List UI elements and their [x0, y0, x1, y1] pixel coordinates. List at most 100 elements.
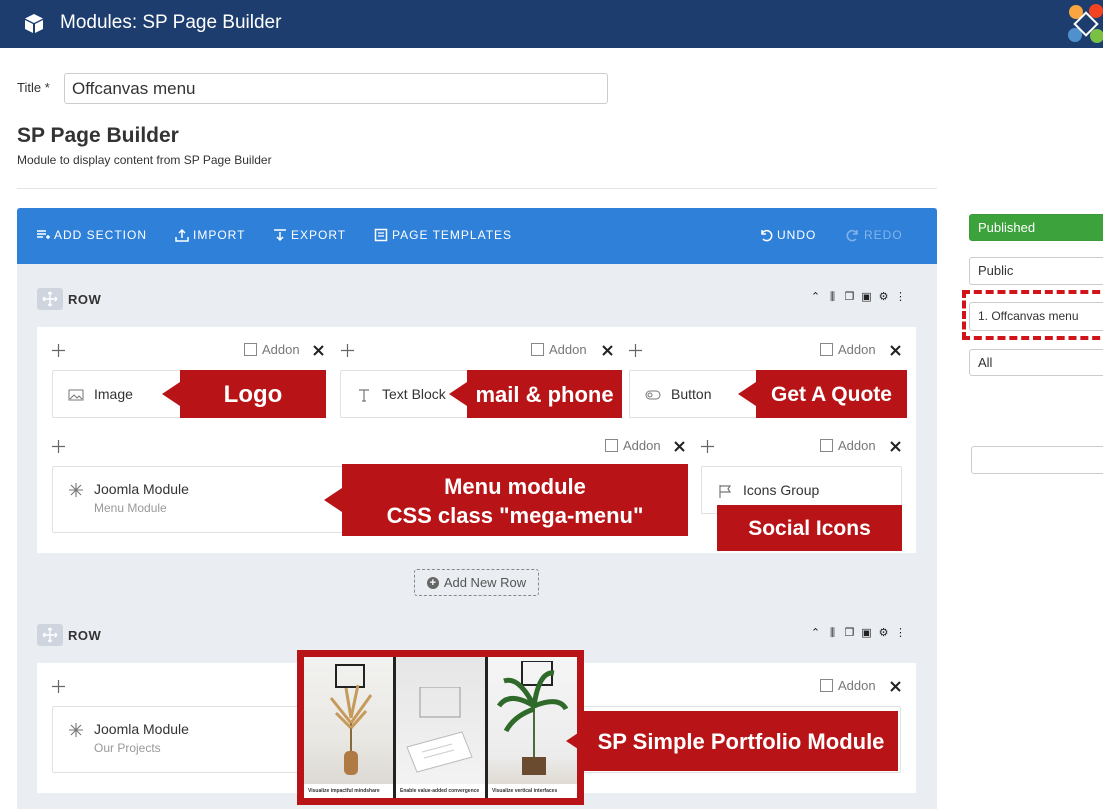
- column-move-icon[interactable]: [52, 440, 65, 453]
- export-button[interactable]: EXPORT: [273, 228, 346, 242]
- page-templates-button[interactable]: PAGE TEMPLATES: [374, 228, 512, 242]
- language-select[interactable]: All: [969, 349, 1103, 376]
- toggle-icon: [645, 390, 661, 400]
- callout-social-icons: Social Icons: [717, 505, 902, 551]
- redo-label: REDO: [864, 228, 903, 242]
- column-move-icon[interactable]: [341, 344, 354, 357]
- addon-name: Joomla Module: [94, 721, 189, 737]
- undo-icon: [761, 229, 773, 242]
- redo-button[interactable]: REDO: [846, 228, 903, 242]
- title-input[interactable]: [64, 73, 608, 104]
- add-addon-label: Addon: [838, 678, 876, 693]
- add-addon-button[interactable]: Addon: [820, 438, 876, 453]
- wrench-icon[interactable]: [889, 680, 902, 693]
- duplicate-icon[interactable]: ❐: [844, 292, 855, 303]
- page-title: Modules: SP Page Builder: [60, 12, 282, 33]
- columns-icon[interactable]: ⫼: [827, 292, 838, 303]
- add-addon-button[interactable]: Addon: [820, 678, 876, 693]
- import-button[interactable]: IMPORT: [175, 228, 245, 242]
- undo-label: UNDO: [777, 228, 817, 242]
- portfolio-caption: Visualize vertical interfaces: [488, 784, 577, 798]
- add-icon: [820, 439, 833, 452]
- add-new-row-button[interactable]: + Add New Row: [414, 569, 539, 596]
- add-section-icon: [37, 230, 50, 239]
- callout-mail-phone: mail & phone: [449, 370, 622, 418]
- title-label: Title *: [17, 80, 50, 95]
- row-tools: ⌃ ⫼ ❐ ▣ ⚙ ⋮: [810, 292, 906, 303]
- divider: [17, 188, 937, 189]
- addon-name: Image: [94, 386, 133, 402]
- add-addon-button[interactable]: Addon: [531, 342, 587, 357]
- add-addon-label: Addon: [549, 342, 587, 357]
- cube-icon: [25, 14, 43, 33]
- wrench-icon[interactable]: [673, 440, 686, 453]
- move-icon: [42, 291, 58, 307]
- image-icon: [68, 389, 84, 401]
- add-addon-button[interactable]: Addon: [244, 342, 300, 357]
- wrench-icon[interactable]: [889, 344, 902, 357]
- add-addon-button[interactable]: Addon: [820, 342, 876, 357]
- status-select[interactable]: Published: [969, 214, 1103, 241]
- export-label: EXPORT: [291, 228, 347, 242]
- wrench-icon[interactable]: [312, 344, 325, 357]
- page-templates-label: PAGE TEMPLATES: [392, 228, 513, 242]
- column-move-icon[interactable]: [52, 680, 65, 693]
- module-heading: SP Page Builder: [17, 124, 179, 147]
- add-addon-label: Addon: [838, 438, 876, 453]
- flag-icon: [719, 485, 732, 498]
- add-icon: [244, 343, 257, 356]
- callout-get-a-quote: Get A Quote: [738, 370, 907, 418]
- portfolio-caption: Visualize impactful mindshare: [304, 784, 393, 798]
- joomla-icon: [69, 723, 83, 737]
- plus-circle-icon: +: [426, 576, 439, 589]
- callout-menu-line2: CSS class "mega-menu": [386, 503, 644, 528]
- highlight-box: [962, 290, 1103, 340]
- access-select[interactable]: Public: [969, 257, 1103, 285]
- add-addon-label: Addon: [623, 438, 661, 453]
- download-icon: [274, 229, 286, 242]
- collapse-icon[interactable]: ⌃: [810, 292, 821, 303]
- save-icon[interactable]: ▣: [861, 292, 872, 303]
- column-move-icon[interactable]: [52, 344, 65, 357]
- add-icon: [605, 439, 618, 452]
- save-icon[interactable]: ▣: [861, 628, 872, 639]
- row-drag-handle[interactable]: [37, 624, 63, 646]
- text-icon: [359, 389, 369, 402]
- more-icon[interactable]: ⋮: [895, 292, 906, 303]
- upload-icon: [175, 228, 189, 242]
- redo-icon: [846, 229, 858, 242]
- addon-name: Button: [671, 386, 712, 402]
- column-move-icon[interactable]: [701, 440, 714, 453]
- gear-icon[interactable]: ⚙: [878, 628, 889, 639]
- collapse-icon[interactable]: ⌃: [810, 628, 821, 639]
- duplicate-icon[interactable]: ❐: [844, 628, 855, 639]
- columns-icon[interactable]: ⫼: [827, 628, 838, 639]
- import-label: IMPORT: [193, 228, 246, 242]
- more-icon[interactable]: ⋮: [895, 628, 906, 639]
- app-header: Modules: SP Page Builder: [0, 0, 1103, 48]
- joomla-logo-icon: [1068, 4, 1103, 43]
- note-input[interactable]: [971, 446, 1103, 474]
- addon-name: Joomla Module: [94, 481, 189, 497]
- add-section-button[interactable]: ADD SECTION: [36, 228, 147, 242]
- add-icon: [531, 343, 544, 356]
- addon-name: Text Block: [382, 386, 446, 402]
- builder-toolbar: ADD SECTION IMPORT EXPORT PAGE TEMPLATES…: [17, 208, 937, 264]
- row-label: ROW: [68, 628, 102, 643]
- add-addon-button[interactable]: Addon: [605, 438, 661, 453]
- module-description: Module to display content from SP Page B…: [17, 153, 272, 167]
- column-move-icon[interactable]: [629, 344, 642, 357]
- addon-name: Icons Group: [743, 482, 820, 498]
- portfolio-preview-image: Visualize impactful mindshare Enable val…: [297, 650, 584, 805]
- move-icon: [42, 627, 58, 643]
- add-icon: [820, 679, 833, 692]
- template-icon: [374, 228, 388, 242]
- gear-icon[interactable]: ⚙: [878, 292, 889, 303]
- add-new-row-label: Add New Row: [443, 575, 527, 590]
- row-drag-handle[interactable]: [37, 288, 63, 310]
- undo-button[interactable]: UNDO: [759, 228, 816, 242]
- row-label: ROW: [68, 292, 102, 307]
- wrench-icon[interactable]: [601, 344, 614, 357]
- add-addon-label: Addon: [262, 342, 300, 357]
- wrench-icon[interactable]: [889, 440, 902, 453]
